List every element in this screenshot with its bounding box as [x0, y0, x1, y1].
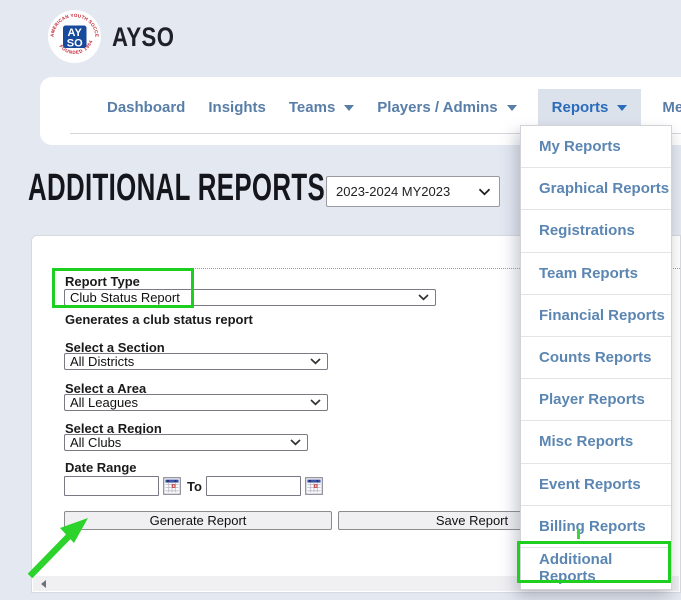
menu-item-label: Event Reports [539, 476, 641, 493]
nav-item-insights[interactable]: Insights [206, 89, 268, 125]
report-description: Generates a club status report [65, 312, 253, 327]
menu-item-label: Additional Reports [539, 551, 671, 585]
scroll-left-icon[interactable] [41, 580, 46, 588]
app-title: AYSO [112, 22, 174, 53]
caret-down-icon [344, 105, 354, 111]
menu-item-registrations[interactable]: Registrations [521, 209, 671, 251]
nav-item-dashboard[interactable]: Dashboard [105, 89, 187, 125]
nav-item-teams[interactable]: Teams [287, 89, 356, 125]
nav-item-label: Reports [552, 99, 609, 116]
menu-item-label: Misc Reports [539, 433, 633, 450]
ayso-logo: AMERICAN YOUTH SOCCER ORGANIZATION FOUND… [47, 9, 102, 64]
nav-item-label: Insights [208, 99, 266, 116]
menu-item-billing-reports[interactable]: Billing Reports [521, 505, 671, 547]
menu-item-label: Team Reports [539, 265, 638, 282]
menu-item-misc-reports[interactable]: Misc Reports [521, 420, 671, 462]
menu-item-label: My Reports [539, 138, 621, 155]
menu-item-label: Graphical Reports [539, 180, 669, 197]
menu-item-player-reports[interactable]: Player Reports [521, 378, 671, 420]
ayso-app: AMERICAN YOUTH SOCCER ORGANIZATION FOUND… [0, 0, 681, 600]
section-select[interactable]: All Districts [64, 353, 328, 370]
menu-item-label: Billing Reports [539, 518, 646, 535]
menu-item-my-reports[interactable]: My Reports [521, 126, 671, 167]
nav-item-label: Teams [289, 99, 335, 116]
generate-report-button[interactable]: Generate Report [64, 511, 332, 530]
menu-item-additional-reports[interactable]: Additional Reports [521, 547, 671, 589]
reports-dropdown-menu: My Reports Graphical Reports Registrations… [520, 125, 672, 590]
calendar-icon[interactable] [163, 477, 181, 495]
chevron-down-icon [290, 439, 301, 446]
menu-item-label: Counts Reports [539, 349, 652, 366]
main-nav-items: Dashboard Insights Teams Players / Admins Re… [105, 89, 681, 125]
membership-year-value: 2023-2024 MY2023 [336, 184, 478, 199]
date-range-separator: To [187, 479, 202, 494]
area-value: All Leagues [70, 395, 310, 410]
menu-item-label: Registrations [539, 222, 635, 239]
logo-monogram-bottom: SO [67, 38, 83, 50]
nav-item-label: Players / Admins [377, 99, 497, 116]
chevron-down-icon [418, 294, 429, 301]
nav-item-reports[interactable]: Reports [538, 89, 642, 125]
nav-item-players-admins[interactable]: Players / Admins [375, 89, 518, 125]
section-value: All Districts [70, 354, 310, 369]
menu-item-financial-reports[interactable]: Financial Reports [521, 294, 671, 336]
nav-item-label: Messag [662, 99, 681, 116]
menu-item-event-reports[interactable]: Event Reports [521, 463, 671, 505]
calendar-icon[interactable] [305, 477, 323, 495]
menu-item-counts-reports[interactable]: Counts Reports [521, 336, 671, 378]
menu-item-label: Player Reports [539, 391, 645, 408]
page-title: ADDITIONAL REPORTS [28, 168, 325, 208]
date-end-input[interactable] [206, 476, 301, 496]
area-select[interactable]: All Leagues [64, 394, 328, 411]
nav-item-label: Dashboard [107, 99, 185, 116]
region-select[interactable]: All Clubs [64, 434, 308, 451]
report-type-value: Club Status Report [70, 290, 418, 305]
membership-year-select[interactable]: 2023-2024 MY2023 [326, 176, 500, 207]
menu-item-graphical-reports[interactable]: Graphical Reports [521, 167, 671, 209]
menu-item-label: Financial Reports [539, 307, 665, 324]
menu-item-team-reports[interactable]: Team Reports [521, 252, 671, 294]
date-start-input[interactable] [64, 476, 159, 496]
region-value: All Clubs [70, 435, 290, 450]
chevron-down-icon [310, 399, 321, 406]
date-range-label: Date Range [65, 460, 137, 475]
caret-down-icon [507, 105, 517, 111]
chevron-down-icon [478, 188, 491, 196]
caret-down-icon [617, 105, 627, 111]
report-type-label: Report Type [65, 274, 140, 289]
report-type-select[interactable]: Club Status Report [64, 289, 436, 306]
chevron-down-icon [310, 358, 321, 365]
nav-item-messag[interactable]: Messag [660, 89, 681, 125]
